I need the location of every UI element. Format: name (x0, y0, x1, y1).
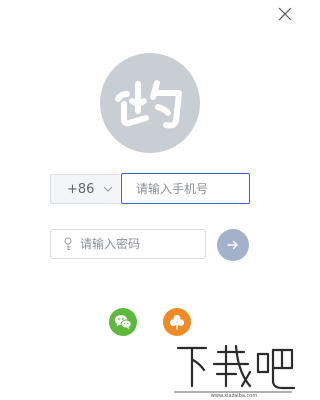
key-icon (64, 237, 72, 251)
svg-text:www.xiazaiba.com: www.xiazaiba.com (211, 393, 258, 398)
submit-button[interactable] (217, 229, 249, 261)
clover-login-button[interactable] (163, 308, 191, 336)
avatar (100, 53, 200, 153)
country-code-select[interactable]: +86 (50, 174, 120, 204)
close-button[interactable] (278, 6, 292, 21)
login-window: +86 请输入手机号 www.xiazaiba.com (0, 0, 300, 400)
app-logo-icon (115, 80, 182, 129)
phone-input[interactable] (121, 173, 250, 204)
clover-icon (169, 314, 185, 330)
password-input[interactable] (80, 237, 200, 251)
arrow-right-icon (227, 240, 238, 250)
close-icon (278, 7, 292, 21)
chevron-down-icon (104, 186, 113, 192)
password-field[interactable] (50, 229, 206, 259)
wechat-login-button[interactable] (109, 308, 137, 336)
wechat-icon (114, 315, 132, 330)
watermark-logo: www.xiazaiba.com (174, 344, 296, 398)
country-code-value: +86 (67, 181, 95, 197)
